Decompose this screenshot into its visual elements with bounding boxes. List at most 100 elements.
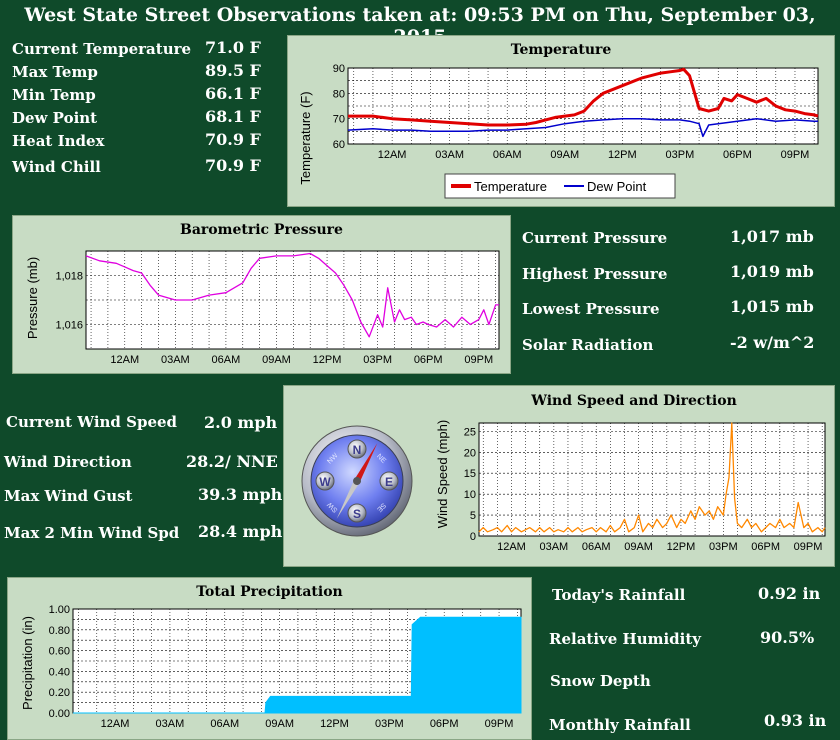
x-tick-label: 09AM	[550, 149, 579, 161]
compass-icon: N E S W NE SE SW NW	[301, 425, 413, 537]
x-tick-label: 12PM	[313, 354, 342, 366]
y-tick-label: 0.20	[49, 687, 70, 699]
obs-label-current-temp: Current Temperature	[12, 40, 192, 58]
rain-value-monthly: 0.93 in	[764, 711, 827, 730]
pressure-value-current: 1,017 mb	[730, 227, 814, 246]
x-tick-label: 12PM	[608, 149, 637, 161]
temperature-chart: Temperature (F) Temperature Dew Point 60…	[298, 63, 819, 199]
y-tick-label: 90	[333, 63, 345, 75]
precip-y-label: Precipitation (in)	[20, 616, 35, 710]
obs-label-heat-index: Heat Index	[12, 132, 105, 150]
x-tick-label: 12AM	[497, 541, 526, 553]
pressure-label-highest: Highest Pressure	[522, 265, 668, 283]
obs-value-dew-point: 68.1 F	[205, 107, 261, 126]
y-tick-label: 0.40	[49, 666, 70, 678]
y-tick-label: 10	[464, 489, 476, 501]
x-tick-label: 12PM	[320, 718, 349, 730]
temperature-y-label: Temperature (F)	[298, 91, 313, 184]
plot-area	[347, 67, 819, 145]
obs-label-min-temp: Min Temp	[12, 86, 96, 104]
pressure-label-lowest: Lowest Pressure	[522, 300, 660, 318]
obs-value-current-temp: 71.0 F	[205, 38, 261, 57]
y-tick-label: 0	[470, 531, 476, 543]
y-tick-label: 60	[333, 139, 345, 151]
x-tick-label: 12AM	[378, 149, 407, 161]
wind-value-direction: 28.2/ NNE	[186, 452, 278, 471]
plot-area	[478, 422, 826, 537]
precip-chart: Precipitation (in) 0.00 0.20 0.40 0.60 0.80 1…	[20, 604, 522, 730]
x-tick-label: 09PM	[464, 354, 493, 366]
y-tick-label: 25	[464, 426, 476, 438]
x-tick-label: 06PM	[430, 718, 459, 730]
x-tick-label: 12PM	[667, 541, 696, 553]
y-tick-label: 0.60	[49, 646, 70, 658]
y-tick-label: 15	[464, 468, 476, 480]
y-tick-label: 1.00	[49, 604, 70, 616]
x-tick-label: 09AM	[262, 354, 291, 366]
pressure-chart: Pressure (mb) 1,016 1,018 12AM 03AM 06AM 09AM…	[25, 250, 500, 366]
x-tick-label: 03PM	[375, 718, 404, 730]
x-tick-label: 06PM	[723, 149, 752, 161]
x-tick-label: 03PM	[709, 541, 738, 553]
y-tick-label: 0.00	[49, 708, 70, 720]
legend-dewpoint-label: Dew Point	[587, 179, 647, 194]
legend-temperature-label: Temperature	[474, 179, 547, 194]
obs-value-min-temp: 66.1 F	[205, 84, 261, 103]
x-tick-label: 06AM	[210, 718, 239, 730]
pressure-y-label: Pressure (mb)	[25, 257, 40, 339]
y-tick-label: 80	[333, 88, 345, 100]
solar-value: -2 w/m^2	[730, 333, 815, 352]
x-tick-label: 06PM	[414, 354, 443, 366]
pressure-value-highest: 1,019 mb	[730, 262, 814, 281]
obs-value-heat-index: 70.9 F	[205, 130, 261, 149]
wind-label-direction: Wind Direction	[4, 453, 132, 471]
x-tick-label: 03AM	[161, 354, 190, 366]
x-tick-label: 06AM	[493, 149, 522, 161]
y-tick-label: 5	[470, 510, 476, 522]
wind-chart: N E S W NE SE SW NW Wind Speed (mph) 051…	[301, 420, 826, 553]
compass-n: N	[353, 443, 362, 457]
obs-label-wind-chill: Wind Chill	[12, 158, 101, 176]
humidity-label: Relative Humidity	[549, 630, 702, 648]
obs-value-wind-chill: 70.9 F	[205, 156, 261, 175]
x-tick-label: 09PM	[794, 541, 823, 553]
x-tick-label: 06PM	[751, 541, 780, 553]
y-tick-label: 1,016	[55, 320, 83, 332]
x-tick-label: 12AM	[110, 354, 139, 366]
wind-y-label: Wind Speed (mph)	[435, 420, 450, 528]
temperature-panel: Temperature Temperature (F) Temperature …	[287, 35, 835, 207]
x-tick-label: 09PM	[485, 718, 514, 730]
rain-value-today: 0.92 in	[758, 584, 821, 603]
x-tick-label: 03PM	[666, 149, 695, 161]
x-tick-label: 03AM	[156, 718, 185, 730]
precip-panel: Total Precipitation Precipitation (in) 0…	[7, 577, 532, 740]
y-tick-label: 20	[464, 447, 476, 459]
x-tick-label: 03AM	[435, 149, 464, 161]
wind-value-max-2min: 28.4 mph	[198, 522, 283, 541]
x-tick-label: 06AM	[582, 541, 611, 553]
wind-panel: Wind Speed and Direction N E S W NE SE S…	[283, 385, 835, 567]
pressure-label-current: Current Pressure	[522, 229, 668, 247]
pressure-panel: Barometric Pressure Pressure (mb) 1,016 1…	[12, 215, 511, 374]
y-tick-label: 0.80	[49, 625, 70, 637]
x-tick-label: 09AM	[265, 718, 294, 730]
compass-s: S	[353, 507, 361, 521]
obs-label-max-temp: Max Temp	[12, 63, 98, 81]
pressure-value-lowest: 1,015 mb	[730, 297, 814, 316]
x-tick-label: 09PM	[781, 149, 810, 161]
wind-label-current-speed: Current Wind Speed	[6, 413, 178, 431]
y-tick-label: 70	[333, 114, 345, 126]
humidity-value: 90.5%	[760, 628, 815, 647]
solar-label: Solar Radiation	[522, 336, 654, 354]
compass-e: E	[385, 475, 393, 489]
wind-label-max-2min: Max 2 Min Wind Spd	[4, 524, 180, 542]
x-tick-label: 09AM	[624, 541, 653, 553]
wind-label-max-gust: Max Wind Gust	[4, 487, 133, 505]
x-tick-label: 03AM	[539, 541, 568, 553]
obs-label-dew-point: Dew Point	[12, 109, 98, 127]
wind-value-current-speed: 2.0 mph	[204, 413, 278, 432]
x-tick-label: 06AM	[212, 354, 241, 366]
rain-label-monthly: Monthly Rainfall	[549, 716, 691, 734]
rain-label-today: Today's Rainfall	[552, 586, 686, 604]
wind-value-max-gust: 39.3 mph	[198, 485, 283, 504]
